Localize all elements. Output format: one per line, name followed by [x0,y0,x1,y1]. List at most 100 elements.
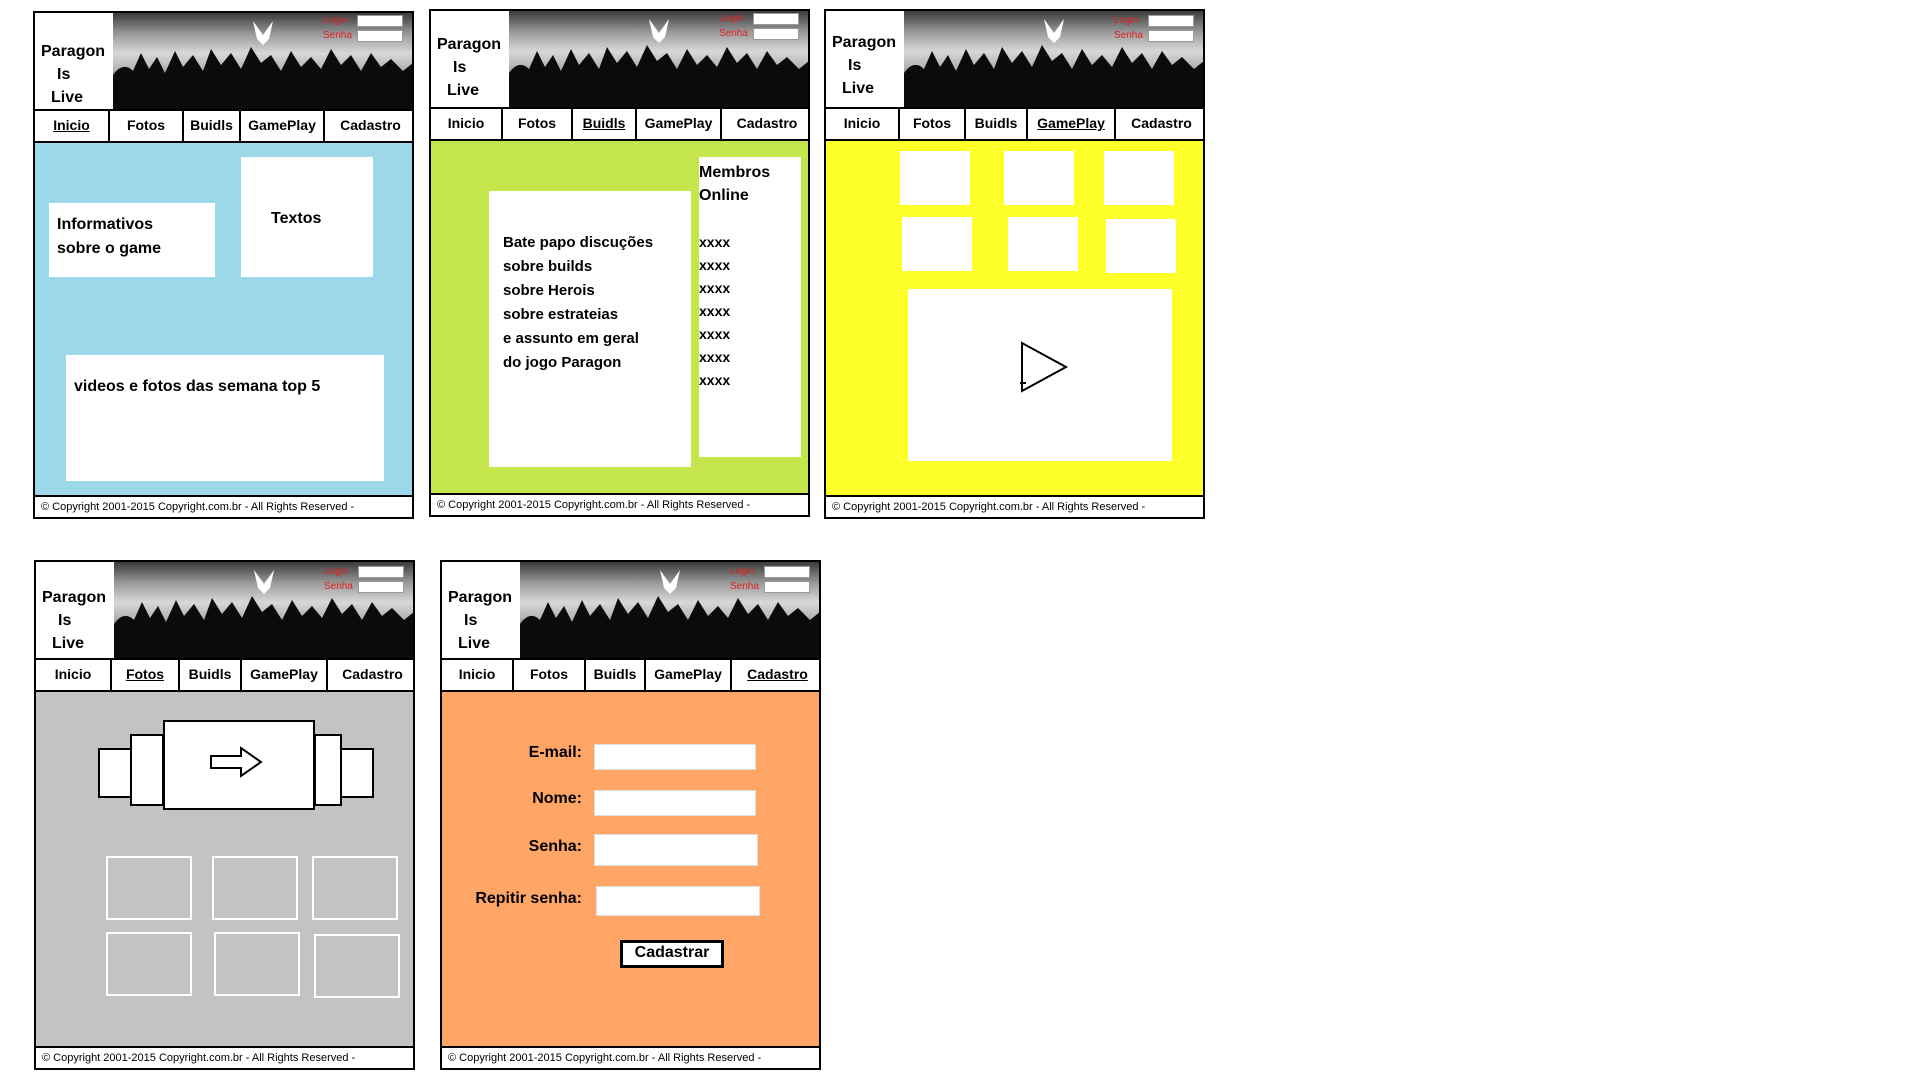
nav-gameplay[interactable]: GamePlay [241,111,325,141]
carousel-main[interactable] [163,720,315,810]
member-item[interactable]: xxxx [699,346,801,369]
nav-fotos[interactable]: Fotos [514,660,586,690]
email-field[interactable] [594,744,756,770]
login-label: Login [324,566,349,577]
info-line-1: Informativos [57,216,154,233]
content-area [826,141,1203,497]
header: Paragon Is Live Login Senha [442,562,819,658]
site-logo[interactable]: Paragon Is Live [442,562,520,658]
nav-cadastro[interactable]: Cadastro [1116,109,1203,139]
nome-field[interactable] [594,790,756,816]
senha-input[interactable] [764,581,810,593]
carousel-side-left-outer[interactable] [98,748,132,798]
nav-cadastro[interactable]: Cadastro [328,660,413,690]
photo-thumbnail[interactable] [214,932,300,996]
cadastrar-button[interactable]: Cadastrar [620,940,724,968]
nav-gameplay[interactable]: GamePlay [646,660,732,690]
footer-copyright: © Copyright 2001-2015 Copyright.com.br -… [36,1046,413,1068]
nav-buidls[interactable]: Buidls [184,111,241,141]
senha-input[interactable] [358,581,404,593]
member-item[interactable]: xxxx [699,369,801,392]
nav-gameplay[interactable]: GamePlay [637,109,722,139]
nav-cadastro[interactable]: Cadastro [325,111,412,141]
nav-gameplay[interactable]: GamePlay [1028,109,1116,139]
content-area: Bate papo discuções sobre builds sobre H… [431,141,808,495]
thumbnail[interactable] [1004,151,1074,205]
site-logo[interactable]: Paragon Is Live [826,11,904,107]
senha-input[interactable] [1148,30,1194,42]
chat-line: Bate papo discuções [503,234,654,251]
carousel-side-left[interactable] [130,734,164,806]
member-item[interactable]: xxxx [699,254,801,277]
confirm-password-field[interactable] [596,886,760,916]
nav-cadastro[interactable]: Cadastro [722,109,808,139]
content-area: Informativos sobre o game Textos videos … [35,143,412,497]
logo-line-1: Paragon [437,36,502,53]
video-player[interactable] [908,289,1172,461]
password-field[interactable] [594,834,758,866]
login-label: Login [1114,15,1139,26]
photo-thumbnail[interactable] [314,934,400,998]
site-logo[interactable]: Paragon Is Live [431,11,509,107]
mockup-cadastro: Paragon Is Live Login Senha Inicio Fotos… [440,560,821,1070]
login-input[interactable] [1148,15,1194,27]
login-input[interactable] [753,13,799,25]
photo-thumbnail[interactable] [212,856,298,920]
nav-cadastro[interactable]: Cadastro [732,660,819,690]
hero-banner: Login Senha [509,11,808,107]
login-input[interactable] [357,15,403,27]
nav-fotos[interactable]: Fotos [503,109,573,139]
member-item[interactable]: xxxx [699,277,801,300]
nav-buidls[interactable]: Buidls [966,109,1028,139]
members-title-2: Online [699,187,749,204]
nav-inicio[interactable]: Inicio [431,109,503,139]
logo-line-2: Is [464,612,478,629]
nav-bar: Inicio Fotos Buidls GamePlay Cadastro [431,107,808,141]
thumbnail[interactable] [1008,217,1078,271]
thumbnail[interactable] [1104,151,1174,205]
nav-buidls[interactable]: Buidls [573,109,637,139]
hero-banner: Login Senha [904,11,1203,107]
senha-label: Senha [719,28,748,39]
nav-inicio[interactable]: Inicio [826,109,900,139]
footer-copyright: © Copyright 2001-2015 Copyright.com.br -… [826,495,1203,517]
mockup-buidls: Paragon Is Live Login Senha Inicio Fotos… [429,9,810,517]
nav-gameplay[interactable]: GamePlay [242,660,328,690]
member-item[interactable]: xxxx [699,323,801,346]
email-label: E-mail: [528,744,582,761]
login-input[interactable] [358,566,404,578]
arrow-right-icon[interactable] [165,722,315,810]
carousel-side-right[interactable] [314,734,342,806]
login-label: Login [323,15,348,26]
senha-input[interactable] [357,30,403,42]
chat-box: Bate papo discuções sobre builds sobre H… [489,191,691,467]
thumbnail[interactable] [900,151,970,205]
chat-line: do jogo Paragon [503,354,622,371]
thumbnail[interactable] [1106,219,1176,273]
carousel-side-right-outer[interactable] [340,748,374,798]
mockup-gameplay: Paragon Is Live Login Senha Inicio Fotos… [824,9,1205,519]
nav-buidls[interactable]: Buidls [586,660,646,690]
nav-inicio[interactable]: Inicio [442,660,514,690]
nav-fotos[interactable]: Fotos [900,109,966,139]
footer-copyright: © Copyright 2001-2015 Copyright.com.br -… [431,493,808,515]
photo-thumbnail[interactable] [312,856,398,920]
member-item[interactable]: xxxx [699,231,801,254]
nav-buidls[interactable]: Buidls [180,660,242,690]
photo-thumbnail[interactable] [106,856,192,920]
member-item[interactable]: xxxx [699,300,801,323]
nav-fotos[interactable]: Fotos [110,111,184,141]
play-icon[interactable] [908,289,1172,461]
logo-line-3: Live [52,635,85,652]
thumbnail[interactable] [902,217,972,271]
site-logo[interactable]: Paragon Is Live [36,562,114,658]
heroes-silhouette [113,21,412,109]
nav-inicio[interactable]: Inicio [36,660,112,690]
login-input[interactable] [764,566,810,578]
photo-thumbnail[interactable] [106,932,192,996]
nav-inicio[interactable]: Inicio [35,111,110,141]
info-line-2: sobre o game [57,240,162,257]
site-logo[interactable]: Paragon Is Live [35,13,113,109]
senha-input[interactable] [753,28,799,40]
nav-fotos[interactable]: Fotos [112,660,180,690]
